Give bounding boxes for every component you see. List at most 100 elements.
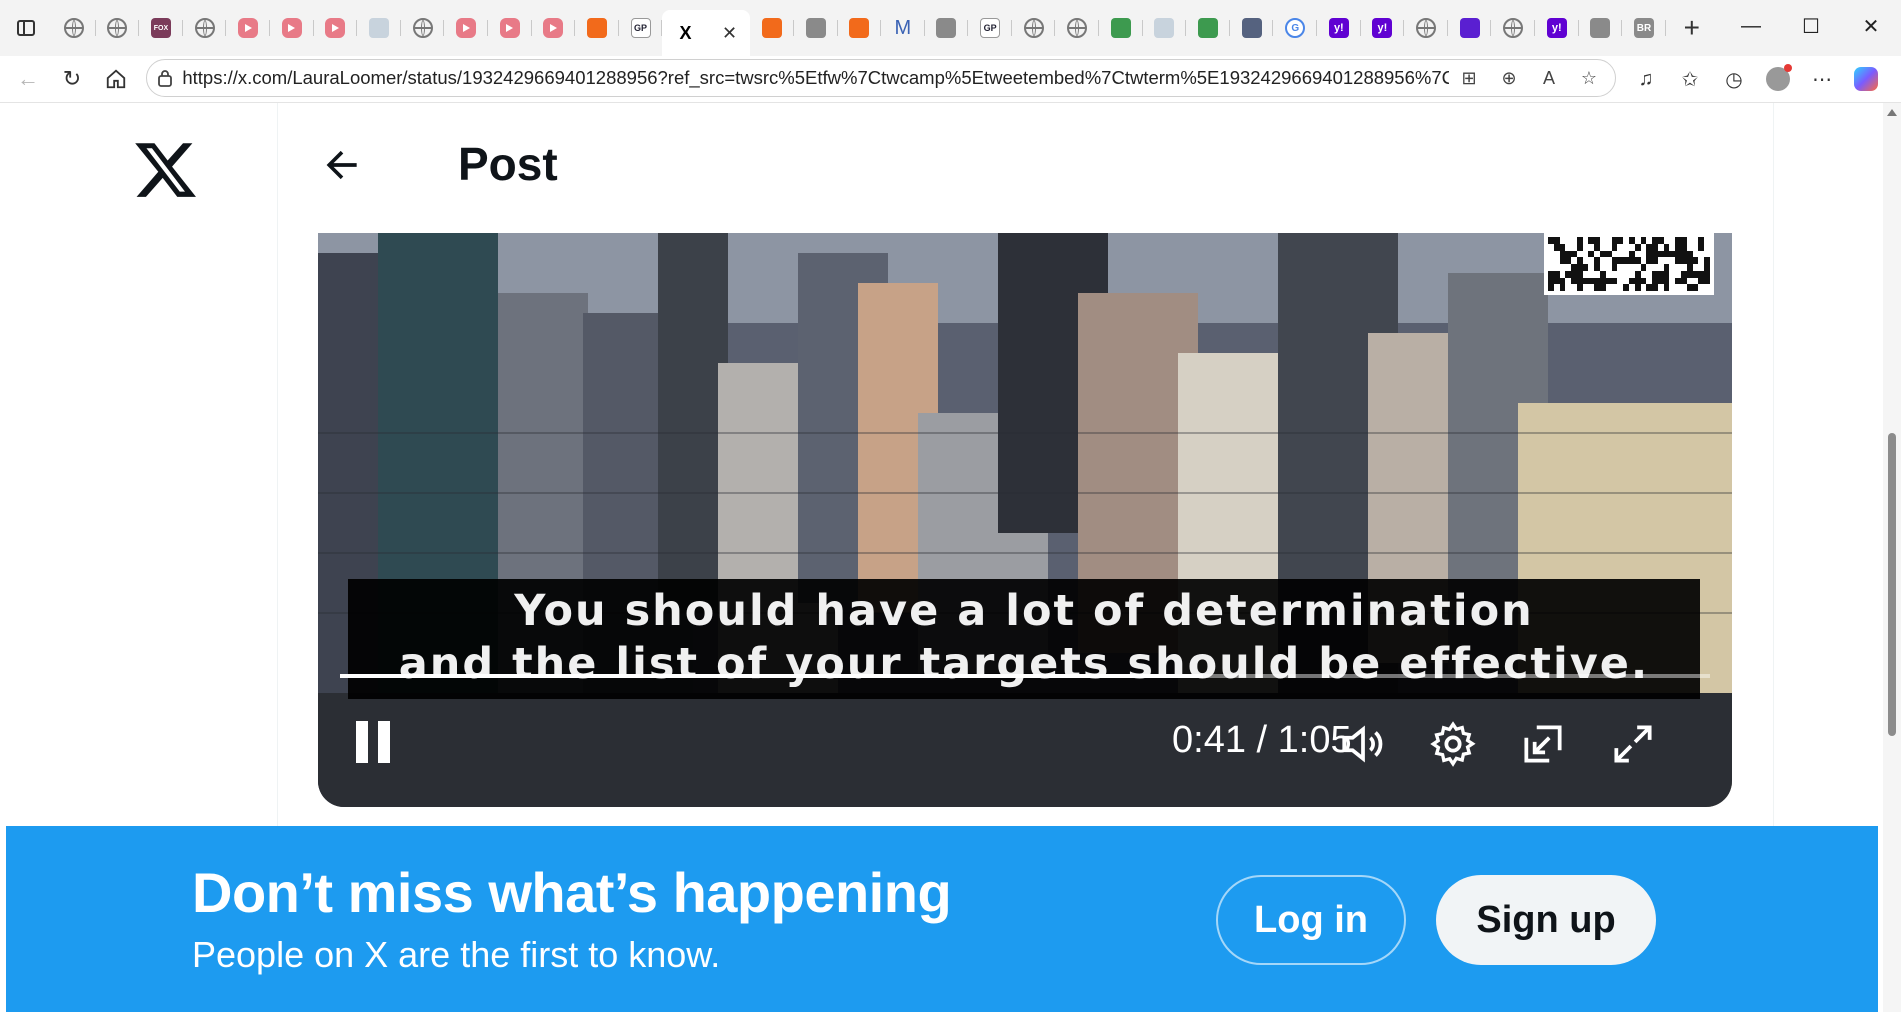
url-text[interactable]: https://x.com/LauraLoomer/status/1932429… bbox=[182, 67, 1449, 89]
x-logo-icon[interactable] bbox=[132, 137, 200, 203]
m-icon: M bbox=[894, 16, 912, 39]
back-button[interactable]: ← bbox=[6, 59, 50, 99]
settings-gear-icon[interactable] bbox=[1428, 719, 1478, 769]
browser-tab[interactable] bbox=[96, 8, 140, 48]
zoom-icon[interactable]: ⊕ bbox=[1489, 68, 1529, 89]
back-arrow-icon[interactable] bbox=[320, 143, 364, 187]
browser-tab[interactable]: y! bbox=[1535, 8, 1579, 48]
page-scrollbar[interactable] bbox=[1883, 103, 1901, 1012]
browser-tab[interactable]: FOX bbox=[139, 8, 183, 48]
pause-button[interactable] bbox=[354, 721, 394, 767]
qr-code bbox=[1544, 233, 1714, 295]
home-button[interactable] bbox=[94, 59, 138, 99]
address-bar[interactable]: https://x.com/LauraLoomer/status/1932429… bbox=[146, 59, 1616, 97]
post-header: Post bbox=[278, 103, 1772, 233]
favorite-star-icon[interactable]: ☆ bbox=[1569, 68, 1609, 89]
browser-tab[interactable]: GP bbox=[968, 8, 1012, 48]
gp-icon: GP bbox=[980, 18, 1001, 38]
browser-tab[interactable] bbox=[444, 8, 488, 48]
video-progress-fill bbox=[340, 674, 1204, 678]
browser-tab[interactable] bbox=[1230, 8, 1274, 48]
fullscreen-icon[interactable] bbox=[1608, 719, 1658, 769]
refresh-button[interactable]: ↻ bbox=[50, 59, 94, 99]
video-progress-bar[interactable] bbox=[340, 674, 1710, 678]
google-icon: G bbox=[1285, 18, 1306, 38]
minimize-button[interactable]: — bbox=[1721, 0, 1781, 52]
scroll-thumb[interactable] bbox=[1888, 433, 1896, 736]
app-available-icon[interactable]: ⊞ bbox=[1449, 68, 1489, 89]
globe-icon bbox=[194, 18, 215, 38]
browser-tab[interactable] bbox=[575, 8, 619, 48]
browser-tab[interactable]: G bbox=[1273, 8, 1317, 48]
browser-tab[interactable]: GP bbox=[619, 8, 663, 48]
browser-tab[interactable] bbox=[314, 8, 358, 48]
extension-icon[interactable]: ♫ bbox=[1624, 68, 1668, 91]
profile-button[interactable] bbox=[1756, 64, 1800, 91]
browser-tab[interactable] bbox=[1055, 8, 1099, 48]
bookmark-orange-icon bbox=[849, 18, 870, 38]
tab-list: FOX GP X ✕ M GP Gy! y! y! BR bbox=[52, 0, 1666, 56]
browser-toolbar: ← ↻ https://x.com/LauraLoomer/status/193… bbox=[0, 56, 1901, 103]
read-aloud-icon[interactable]: A bbox=[1529, 68, 1569, 89]
fox-news-icon: FOX bbox=[150, 18, 171, 38]
circle-icon bbox=[1067, 18, 1088, 38]
youtube-icon bbox=[456, 18, 477, 38]
browser-tab[interactable] bbox=[357, 8, 401, 48]
picture-in-picture-icon[interactable] bbox=[1518, 719, 1568, 769]
youtube-icon bbox=[238, 18, 259, 38]
browser-tab[interactable] bbox=[794, 8, 838, 48]
browser-tab[interactable] bbox=[838, 8, 882, 48]
close-tab-icon[interactable]: ✕ bbox=[722, 23, 737, 44]
history-icon[interactable]: ◷ bbox=[1712, 67, 1756, 92]
arrow-left-icon: ← bbox=[17, 66, 39, 91]
login-button[interactable]: Log in bbox=[1216, 875, 1406, 965]
yahoo-icon: y! bbox=[1372, 18, 1393, 38]
browser-tab[interactable] bbox=[1012, 8, 1056, 48]
browser-tab[interactable] bbox=[1143, 8, 1187, 48]
browser-tab[interactable] bbox=[925, 8, 969, 48]
more-menu-icon[interactable]: ⋯ bbox=[1800, 67, 1844, 92]
scroll-up-arrow-icon[interactable] bbox=[1887, 109, 1897, 116]
browser-tab[interactable] bbox=[1186, 8, 1230, 48]
youtube-icon bbox=[499, 18, 520, 38]
video-controls: 0:41 / 1:05 bbox=[318, 713, 1732, 783]
browser-tab[interactable]: M bbox=[881, 8, 925, 48]
close-window-button[interactable]: ✕ bbox=[1841, 0, 1901, 52]
browser-tab[interactable] bbox=[226, 8, 270, 48]
youtube-icon bbox=[281, 18, 302, 38]
globe-icon bbox=[63, 18, 84, 38]
browser-tab[interactable]: y! bbox=[1317, 8, 1361, 48]
volume-icon[interactable] bbox=[1338, 719, 1388, 769]
video-player[interactable]: You should have a lot of determination a… bbox=[318, 233, 1732, 807]
browser-tab[interactable] bbox=[1579, 8, 1623, 48]
light-icon bbox=[1154, 18, 1175, 38]
browser-tab-active[interactable]: X ✕ bbox=[662, 10, 751, 56]
globe-icon bbox=[1503, 18, 1524, 38]
copilot-button[interactable] bbox=[1844, 67, 1888, 91]
browser-tab[interactable] bbox=[1099, 8, 1143, 48]
site-info-icon[interactable] bbox=[147, 69, 182, 87]
favorites-icon[interactable]: ✩ bbox=[1668, 67, 1712, 92]
browser-tab[interactable] bbox=[488, 8, 532, 48]
tab-actions-button[interactable] bbox=[0, 0, 52, 56]
browser-tab[interactable] bbox=[1491, 8, 1535, 48]
browser-tab-strip: FOX GP X ✕ M GP Gy! y! y! BR + — ☐ ✕ bbox=[0, 0, 1901, 56]
page-title: Post bbox=[458, 138, 558, 190]
new-tab-button[interactable]: + bbox=[1672, 8, 1712, 48]
browser-tab[interactable] bbox=[1404, 8, 1448, 48]
x-icon: X bbox=[679, 22, 692, 43]
browser-tab[interactable] bbox=[532, 8, 576, 48]
grey-page-icon bbox=[936, 18, 957, 38]
signup-button[interactable]: Sign up bbox=[1436, 875, 1656, 965]
circle-icon bbox=[1023, 18, 1044, 38]
browser-tab[interactable] bbox=[270, 8, 314, 48]
br-icon: BR bbox=[1633, 18, 1654, 38]
browser-tab[interactable] bbox=[1448, 8, 1492, 48]
browser-tab[interactable] bbox=[183, 8, 227, 48]
browser-tab[interactable] bbox=[401, 8, 445, 48]
maximize-button[interactable]: ☐ bbox=[1781, 0, 1841, 52]
browser-tab[interactable]: BR bbox=[1622, 8, 1666, 48]
browser-tab[interactable]: y! bbox=[1361, 8, 1405, 48]
browser-tab[interactable] bbox=[750, 8, 794, 48]
browser-tab[interactable] bbox=[52, 8, 96, 48]
